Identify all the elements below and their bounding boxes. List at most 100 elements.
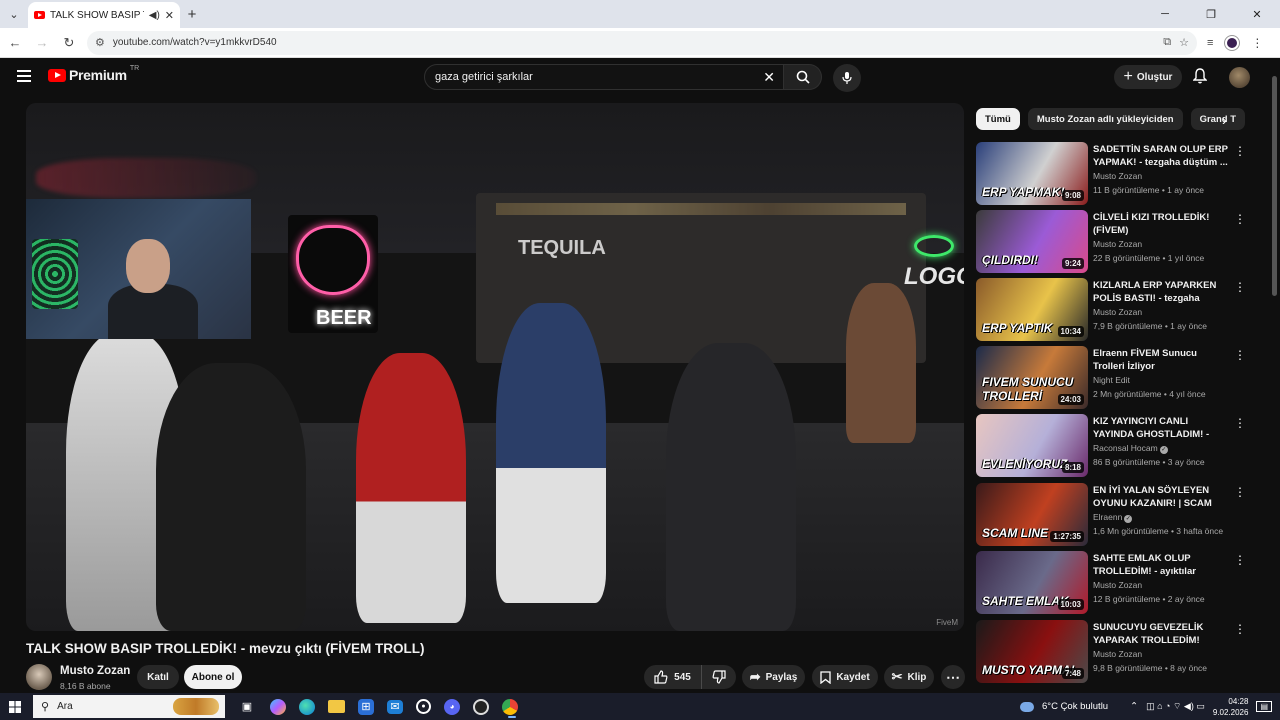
notifications-icon[interactable]: ▤ <box>1256 701 1272 712</box>
channel-name[interactable]: Musto Zozan <box>60 665 130 677</box>
video-thumbnail[interactable]: MUSTO YAPMA! 7:48 <box>976 620 1088 683</box>
tab-close-icon[interactable]: ✕ <box>165 9 174 22</box>
recommended-video[interactable]: ERP YAPTIK 10:34 KIZLARLA ERP YAPARKEN P… <box>976 278 1246 342</box>
search-button[interactable] <box>784 64 822 90</box>
audio-playing-icon[interactable]: ◀) <box>149 10 160 21</box>
dislike-button[interactable] <box>702 670 736 684</box>
tray-overflow-icon[interactable]: ⌃ <box>1130 701 1138 712</box>
microsoft-store-icon[interactable]: ⊞ <box>358 698 374 715</box>
recommended-video-title[interactable]: SAHTE EMLAK OLUP TROLLEDİM! - ayıktılar … <box>1093 552 1229 578</box>
like-button[interactable]: 545 <box>644 665 702 689</box>
media-control-icon[interactable]: ≡ <box>1207 37 1213 49</box>
subscribe-button[interactable]: Abone ol <box>184 665 242 689</box>
copilot-icon[interactable] <box>270 698 286 715</box>
video-thumbnail[interactable]: ERP YAPMAK! 9:08 <box>976 142 1088 205</box>
video-thumbnail[interactable]: SAHTE EMLAK 10:03 <box>976 551 1088 614</box>
video-thumbnail[interactable]: EVLENİYORUZ 8:18 <box>976 414 1088 477</box>
bookmark-star-icon[interactable]: ☆ <box>1179 36 1189 49</box>
more-options-icon[interactable]: ⋮ <box>1234 280 1246 294</box>
chrome-menu-icon[interactable]: ⋮ <box>1251 36 1263 50</box>
recommended-video-title[interactable]: CİLVELİ KIZI TROLLEDİK! (FİVEM) <box>1093 211 1229 237</box>
notifications-bell-icon[interactable] <box>1192 68 1208 89</box>
search-query[interactable]: gaza getirici şarkılar <box>435 71 533 83</box>
profile-avatar[interactable] <box>1225 35 1240 50</box>
start-button[interactable] <box>0 693 30 720</box>
recommended-channel-name[interactable]: Raconsal Hocam <box>1093 443 1158 453</box>
channel-avatar[interactable] <box>26 664 52 690</box>
video-player[interactable]: BEER TEQUILA LOGO FiveM <box>26 103 964 631</box>
recommended-channel[interactable]: Night Edit <box>1093 375 1130 385</box>
recommended-video-title[interactable]: KIZLARLA ERP YAPARKEN POLİS BASTI! - tez… <box>1093 279 1229 305</box>
more-options-icon[interactable]: ⋮ <box>1234 553 1246 567</box>
more-options-icon[interactable]: ⋮ <box>1234 622 1246 636</box>
recommended-video[interactable]: FIVEM SUNUCU TROLLERİ 24:03 Elraenn FİVE… <box>976 346 1246 410</box>
join-button[interactable]: Katıl <box>137 665 179 689</box>
account-avatar[interactable] <box>1229 67 1250 88</box>
chevron-right-icon[interactable]: › <box>1222 112 1227 128</box>
browser-tab-youtube[interactable]: TALK SHOW BASIP TROLLED ◀) ✕ <box>28 2 180 28</box>
close-window-button[interactable]: ✕ <box>1234 0 1280 28</box>
recommended-channel-name[interactable]: Musto Zozan <box>1093 307 1142 317</box>
new-tab-button[interactable]: + <box>180 6 204 23</box>
weather-text[interactable]: 6°C Çok bulutlu <box>1042 701 1108 712</box>
app-icon-circle[interactable]: ● <box>416 699 431 714</box>
video-thumbnail[interactable]: FIVEM SUNUCU TROLLERİ 24:03 <box>976 346 1088 409</box>
youtube-premium-logo[interactable]: Premium TR <box>48 65 139 83</box>
recommended-video[interactable]: MUSTO YAPMA! 7:48 SUNUCUYU GEVEZELİK YAP… <box>976 620 1246 684</box>
recommended-channel[interactable]: Musto Zozan <box>1093 580 1142 590</box>
clip-button[interactable]: ✂ Klip <box>884 665 934 689</box>
voice-search-button[interactable] <box>833 64 861 92</box>
recommended-channel[interactable]: Musto Zozan <box>1093 649 1142 659</box>
video-thumbnail[interactable]: ERP YAPTIK 10:34 <box>976 278 1088 341</box>
chip-grand-theft[interactable]: Grand T <box>1190 108 1246 130</box>
video-thumbnail[interactable]: SCAM LINE 1:27:35 <box>976 483 1088 546</box>
obs-icon[interactable] <box>473 698 489 715</box>
minimize-button[interactable]: ─ <box>1142 0 1188 28</box>
recommended-channel-name[interactable]: Night Edit <box>1093 375 1130 385</box>
recommended-video[interactable]: ÇILDIRDI! 9:24 CİLVELİ KIZI TROLLEDİK! (… <box>976 210 1246 274</box>
recommended-channel-name[interactable]: Elraenn <box>1093 512 1122 522</box>
recommended-video[interactable]: SAHTE EMLAK 10:03 SAHTE EMLAK OLUP TROLL… <box>976 551 1246 615</box>
video-thumbnail[interactable]: ÇILDIRDI! 9:24 <box>976 210 1088 273</box>
recommended-video-title[interactable]: KIZ YAYINCIYI CANLI YAYINDA GHOSTLADIM! … <box>1093 415 1229 441</box>
recommended-channel-name[interactable]: Musto Zozan <box>1093 239 1142 249</box>
share-button[interactable]: ➦ Paylaş <box>742 665 805 689</box>
chrome-icon[interactable] <box>502 698 518 718</box>
recommended-channel[interactable]: Elraenn ✓ <box>1093 512 1133 523</box>
chip-from-uploader[interactable]: Musto Zozan adlı yükleyiciden <box>1027 108 1183 130</box>
chip-all[interactable]: Tümü <box>976 108 1020 130</box>
taskbar-search[interactable]: ⚲ Ara <box>33 695 225 718</box>
address-bar[interactable]: ⚙ youtube.com/watch?v=y1mkkvrD540 ⧉ ☆ <box>87 30 1197 55</box>
more-options-icon[interactable]: ⋮ <box>1234 144 1246 158</box>
more-options-icon[interactable]: ⋮ <box>1234 348 1246 362</box>
recommended-channel-name[interactable]: Musto Zozan <box>1093 580 1142 590</box>
recommended-video-title[interactable]: EN İYİ YALAN SÖYLEYEN OYUNU KAZANIR! | S… <box>1093 484 1229 510</box>
system-clock[interactable]: 04:28 9.02.2026 <box>1213 696 1249 718</box>
back-button[interactable]: ← <box>3 31 27 55</box>
recommended-channel[interactable]: Raconsal Hocam ✓ <box>1093 443 1168 454</box>
tab-search-icon[interactable]: ⌄ <box>0 0 28 28</box>
recommended-video[interactable]: SCAM LINE 1:27:35 EN İYİ YALAN SÖYLEYEN … <box>976 483 1246 547</box>
install-app-icon[interactable]: ⧉ <box>1163 36 1171 49</box>
recommended-video-title[interactable]: Elraenn FİVEM Sunucu Trolleri İzliyor <box>1093 347 1229 373</box>
clear-search-icon[interactable]: ✕ <box>763 69 775 86</box>
file-explorer-icon[interactable] <box>328 700 345 713</box>
mail-icon[interactable]: ✉ <box>387 699 403 714</box>
site-info-icon[interactable]: ⚙ <box>95 36 105 49</box>
save-button[interactable]: Kaydet <box>812 665 878 689</box>
more-options-icon[interactable]: ⋮ <box>1234 212 1246 226</box>
recommended-video[interactable]: ERP YAPMAK! 9:08 SADETTİN SARAN OLUP ERP… <box>976 142 1246 206</box>
recommended-channel-name[interactable]: Musto Zozan <box>1093 649 1142 659</box>
recommended-channel[interactable]: Musto Zozan <box>1093 171 1142 181</box>
recommended-video-title[interactable]: SUNUCUYU GEVEZELİK YAPARAK TROLLEDİM! (F… <box>1093 621 1229 647</box>
recommended-channel[interactable]: Musto Zozan <box>1093 307 1142 317</box>
more-options-icon[interactable]: ⋮ <box>1234 416 1246 430</box>
search-input[interactable]: gaza getirici şarkılar ✕ <box>424 64 784 90</box>
url-text[interactable]: youtube.com/watch?v=y1mkkvrD540 <box>113 37 1155 48</box>
tray-icons[interactable]: ◫ ⌂ ◔ ⌔ ◀) ▭ <box>1146 701 1205 712</box>
more-options-icon[interactable]: ⋮ <box>1234 485 1246 499</box>
recommended-channel-name[interactable]: Musto Zozan <box>1093 171 1142 181</box>
recommended-video[interactable]: EVLENİYORUZ 8:18 KIZ YAYINCIYI CANLI YAY… <box>976 414 1246 478</box>
create-button[interactable]: + Oluştur <box>1114 65 1182 89</box>
restore-button[interactable]: ❐ <box>1188 0 1234 28</box>
